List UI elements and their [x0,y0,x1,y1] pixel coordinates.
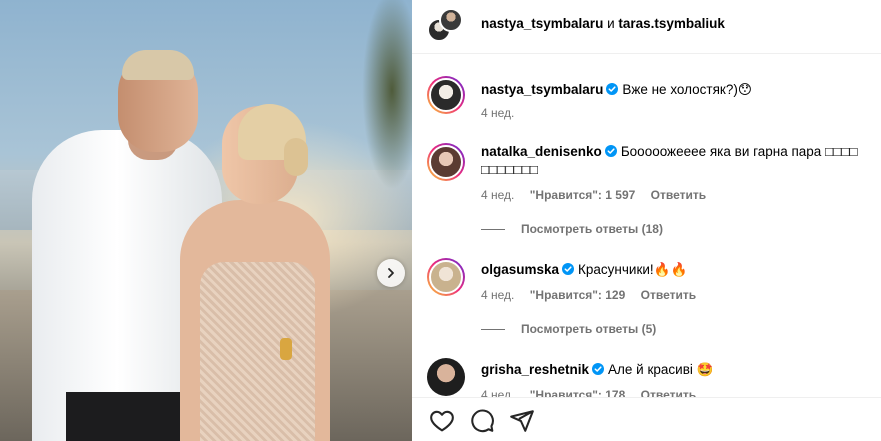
comment-text: grisha_reshetnik Але й красиві 🤩 [481,361,861,379]
replies-divider [481,229,505,231]
post-actions-bar [412,397,881,441]
photo-woman-hair-bun [284,138,308,176]
comment-icon[interactable] [469,408,495,434]
comment-time[interactable]: 4 нед. [481,188,514,202]
reply-button[interactable]: Ответить [651,188,706,202]
comment-text: natalka_denisenko Бооооожееее яка ви гарн… [481,143,861,179]
emoji: 🔥🔥 [653,262,688,277]
comment-body: Бооооожееее яка ви гарна пара [620,144,826,159]
photo-bracelet [280,338,292,360]
header-avatars[interactable] [427,8,465,46]
comment-username[interactable]: nastya_tsymbalaru [481,82,603,97]
view-replies-label: Посмотреть ответы (5) [521,322,657,336]
post-side-panel: nastya_tsymbalaru и taras.tsymbaliuk nas… [412,0,881,441]
comment-likes[interactable]: "Нравится": 1 597 [530,188,636,202]
author-username[interactable]: nastya_tsymbalaru [481,16,603,31]
reply-button[interactable]: Ответить [641,288,696,302]
emoji-placeholder: □□□□ [825,144,858,159]
comment-body: Красунчики! [578,262,654,277]
verified-icon [604,145,617,157]
comment-username[interactable]: natalka_denisenko [481,144,602,159]
chevron-right-icon [388,268,394,278]
post-photo[interactable] [0,0,412,441]
comment-meta: 4 нед. "Нравится": 1 597 Ответить [481,188,718,202]
comment-time[interactable]: 4 нед. [481,288,514,302]
comment-meta: 4 нед. "Нравится": 178 Ответить [481,388,708,397]
heart-icon[interactable] [429,408,455,434]
avatar[interactable] [427,258,465,296]
post-authors: nastya_tsymbalaru и taras.tsymbaliuk [481,16,725,31]
comment-text: olgasumska Красунчики!🔥🔥 [481,261,861,279]
avatar[interactable] [427,358,465,396]
verified-icon [592,363,605,375]
post-header: nastya_tsymbalaru и taras.tsymbaliuk [412,0,881,54]
avatar[interactable] [427,143,465,181]
comment-username[interactable]: olgasumska [481,262,559,277]
share-icon[interactable] [509,408,535,434]
comment-meta: 4 нед. "Нравится": 129 Ответить [481,288,708,302]
verified-icon [562,263,575,275]
comment-likes[interactable]: "Нравится": 178 [530,388,626,397]
emoji: 🤩 [696,362,714,377]
comment-body: Вже не холостяк?) [622,82,738,97]
replies-divider [481,329,505,331]
comment-likes[interactable]: "Нравится": 129 [530,288,626,302]
photo-tree [362,0,412,190]
avatar [439,8,463,32]
photo-woman-dress [200,262,315,441]
comment-username[interactable]: grisha_reshetnik [481,362,589,377]
comment-time[interactable]: 4 нед. [481,388,514,397]
comment-body: Але й красиві [608,362,697,377]
author-conjunction: и [607,16,615,31]
reply-button[interactable]: Ответить [641,388,696,397]
comment-text: nastya_tsymbalaru Вже не холостяк?)😯 [481,81,861,99]
view-replies-button[interactable]: Посмотреть ответы (5) [481,322,656,336]
emoji-placeholder: □□□□□□□ [481,162,539,177]
author-username[interactable]: taras.tsymbaliuk [618,16,725,31]
comment-meta: 4 нед. [481,106,526,120]
verified-icon [606,83,619,95]
avatar[interactable] [427,76,465,114]
emoji: 😯 [737,82,752,97]
view-replies-button[interactable]: Посмотреть ответы (18) [481,222,663,236]
photo-man-hair [122,50,194,80]
view-replies-label: Посмотреть ответы (18) [521,222,663,236]
comment-time[interactable]: 4 нед. [481,106,514,120]
comment-list[interactable]: nastya_tsymbalaru Вже не холостяк?)😯 4 не… [412,54,881,397]
next-photo-button[interactable] [377,259,405,287]
